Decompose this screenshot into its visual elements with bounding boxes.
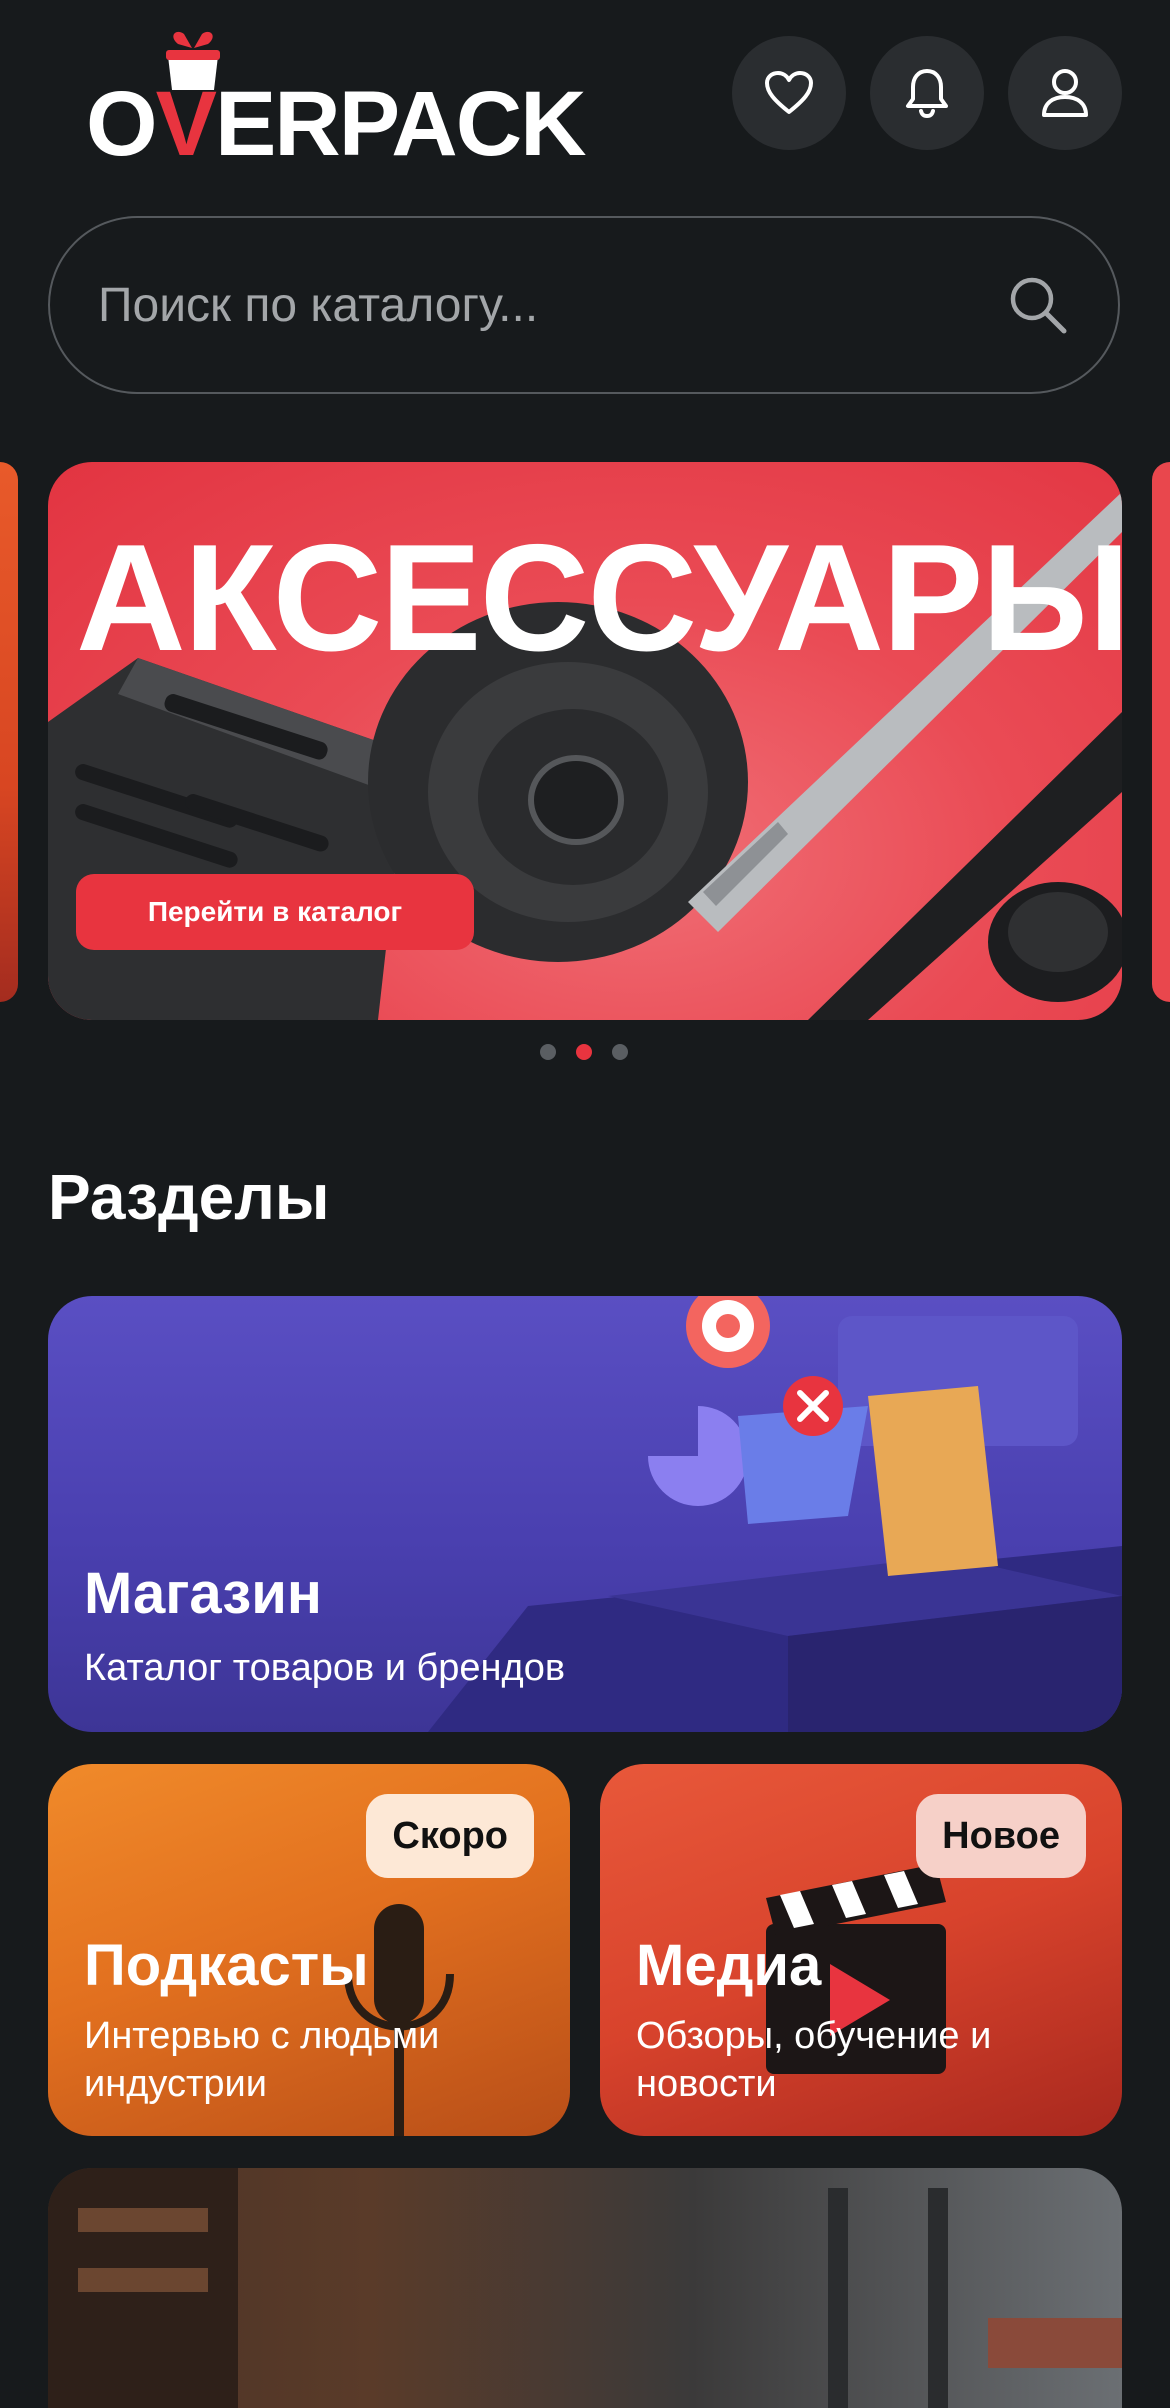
banner-title: АКСЕССУАРЫ <box>76 513 1122 683</box>
next-section-card[interactable] <box>48 2168 1122 2408</box>
notifications-button[interactable] <box>870 36 984 150</box>
shop-subtitle: Каталог товаров и брендов <box>84 1647 566 1689</box>
podcasts-title: Подкасты <box>84 1933 369 1998</box>
carousel-dot-active[interactable] <box>576 1044 592 1060</box>
media-title: Медиа <box>636 1933 822 1998</box>
podcasts-card[interactable]: Скоро Подкасты Интервью с людьми индустр… <box>48 1764 570 2136</box>
logo-wordmark: OVERPACK <box>86 73 587 175</box>
promo-banner[interactable]: АКСЕССУАРЫ Перейти в каталог <box>48 462 1122 1020</box>
overpack-logo[interactable]: OVERPACK <box>86 28 587 170</box>
new-badge: Новое <box>916 1794 1086 1878</box>
store-photo <box>48 2168 1122 2408</box>
media-subtitle: Обзоры, обучение и новости <box>636 2015 992 2105</box>
favorites-button[interactable] <box>732 36 846 150</box>
coming-soon-badge: Скоро <box>366 1794 534 1878</box>
media-card[interactable]: Новое Медиа Обзоры, обучение и новости <box>600 1764 1122 2136</box>
heart-icon <box>765 71 813 114</box>
carousel-dot[interactable] <box>540 1044 556 1060</box>
banner-next-peek[interactable] <box>1152 462 1170 1002</box>
sections-heading: Разделы <box>48 1161 330 1233</box>
search-bar[interactable]: Поиск по каталогу... <box>48 216 1120 394</box>
shop-title: Магазин <box>84 1561 322 1626</box>
bell-icon <box>906 69 948 119</box>
go-to-catalog-button[interactable]: Перейти в каталог <box>76 874 474 950</box>
carousel-dots <box>540 1044 628 1060</box>
search-input[interactable]: Поиск по каталогу... <box>98 278 1006 333</box>
banner-prev-peek[interactable] <box>0 462 18 1002</box>
user-icon <box>1042 69 1088 117</box>
podcasts-subtitle: Интервью с людьми индустрии <box>84 2015 440 2105</box>
carousel-dot[interactable] <box>612 1044 628 1060</box>
profile-button[interactable] <box>1008 36 1122 150</box>
search-icon[interactable] <box>1006 273 1070 337</box>
shop-card[interactable]: Магазин Каталог товаров и брендов <box>48 1296 1122 1732</box>
